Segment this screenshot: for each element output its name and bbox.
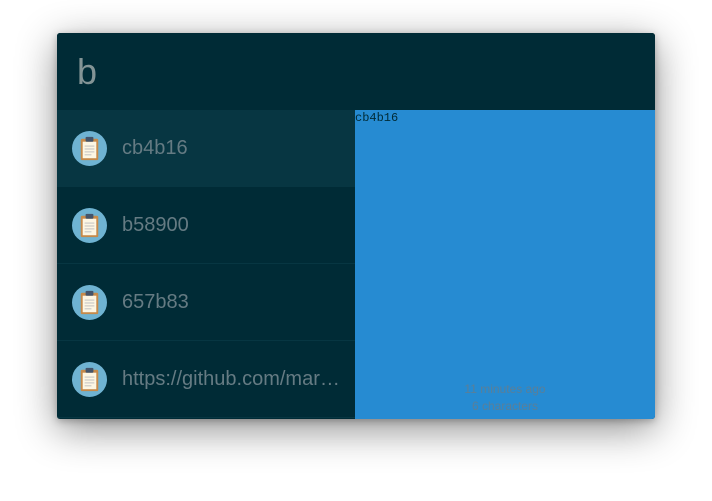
result-label: b58900 (122, 213, 189, 236)
search-bar (57, 33, 655, 110)
results-list: cb4b16 b58900 657b83 https://github.com/… (57, 110, 355, 419)
preview-pane: cb4b16 11 minutes ago 6 characters (355, 110, 655, 419)
preview-char-count: 6 characters (471, 399, 539, 413)
result-label: cb4b16 (122, 136, 188, 159)
clipboard-icon (72, 130, 107, 166)
clipboard-icon (72, 361, 107, 397)
clipboard-icon (72, 284, 107, 320)
result-item[interactable]: 657b83 (57, 264, 355, 341)
preview-timestamp: 11 minutes ago (464, 382, 546, 396)
clipboard-icon (72, 207, 107, 243)
result-item[interactable]: cb4b16 (57, 110, 355, 187)
search-input[interactable] (77, 46, 637, 97)
preview-content: cb4b16 (355, 111, 399, 125)
result-item[interactable]: b58900 (57, 187, 355, 264)
result-item[interactable]: https://github.com/mar… (57, 341, 355, 418)
launcher-window: cb4b16 b58900 (57, 33, 655, 419)
result-label: https://github.com/mar… (122, 367, 340, 390)
result-label: 657b83 (122, 290, 189, 313)
